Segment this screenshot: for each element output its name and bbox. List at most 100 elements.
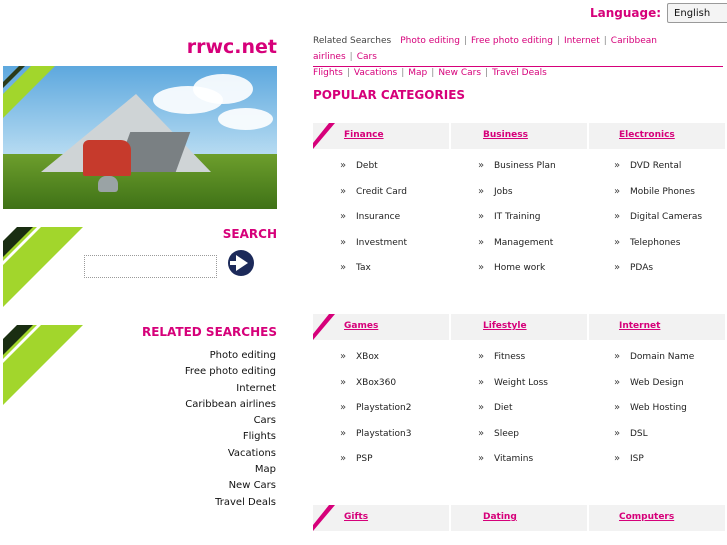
category-group-header: Games Lifestyle Internet (313, 314, 727, 340)
hero-cloud (218, 108, 273, 130)
search-submit-arrow-icon[interactable] (228, 250, 254, 276)
category-link[interactable]: Credit Card (340, 186, 407, 213)
category-list: Business Plan Jobs IT Training Managemen… (478, 160, 556, 289)
top-related-link[interactable]: Photo editing (400, 36, 460, 46)
category-link[interactable]: Fitness (478, 351, 548, 378)
category-link[interactable]: Insurance (340, 211, 407, 238)
category-group: Finance Business Electronics Debt Credit… (313, 123, 727, 273)
category-title-electronics[interactable]: Electronics (619, 130, 675, 140)
category-link[interactable]: Mobile Phones (614, 186, 702, 213)
language-label: Language: (590, 6, 662, 20)
pink-slash-decoration (313, 123, 335, 149)
category-link[interactable]: Web Hosting (614, 402, 694, 429)
language-dropdown[interactable]: English ▼ (667, 3, 727, 23)
category-link[interactable]: PDAs (614, 262, 702, 289)
hero-green-stripes (3, 66, 55, 118)
separator: | (603, 36, 607, 46)
related-search-link[interactable]: Free photo editing (150, 366, 276, 382)
category-link[interactable]: Diet (478, 402, 548, 429)
category-list: DVD Rental Mobile Phones Digital Cameras… (614, 160, 702, 289)
separator: | (401, 68, 405, 78)
top-related-link[interactable]: Flights (313, 68, 343, 78)
separator: | (556, 36, 560, 46)
category-title-games[interactable]: Games (344, 321, 378, 331)
separator: | (431, 68, 435, 78)
language-selected: English (674, 7, 711, 19)
top-related-link[interactable]: Vacations (354, 68, 397, 78)
category-link[interactable]: PSP (340, 453, 411, 480)
related-search-link[interactable]: Cars (150, 415, 276, 431)
category-link[interactable]: Web Design (614, 377, 694, 404)
top-related-link[interactable]: Travel Deals (492, 68, 547, 78)
category-list: Fitness Weight Loss Diet Sleep Vitamins (478, 351, 548, 480)
category-link[interactable]: Domain Name (614, 351, 694, 378)
separator: | (463, 36, 467, 46)
related-search-link[interactable]: Vacations (150, 448, 276, 464)
related-searches-list: Photo editing Free photo editing Interne… (150, 350, 276, 513)
related-search-link[interactable]: Internet (150, 383, 276, 399)
language-selector: Language: English ▼ (590, 3, 727, 23)
search-title: SEARCH (222, 227, 277, 241)
related-search-link[interactable]: Photo editing (150, 350, 276, 366)
page: Language: English ▼ rrwc.net SEARCH (0, 0, 727, 545)
top-related-link[interactable]: Free photo editing (471, 36, 553, 46)
top-related-link[interactable]: New Cars (438, 68, 481, 78)
category-title-business[interactable]: Business (483, 130, 528, 140)
separator: | (349, 52, 353, 62)
category-title-lifestyle[interactable]: Lifestyle (483, 321, 527, 331)
top-related-searches: Related Searches Photo editing | Free photo… (313, 33, 723, 81)
category-link[interactable]: Playstation2 (340, 402, 411, 429)
category-link[interactable]: Tax (340, 262, 407, 289)
category-title-internet[interactable]: Internet (619, 321, 660, 331)
green-stripe-decoration (3, 227, 83, 307)
hero-image (3, 66, 277, 209)
hero-kettle (98, 176, 118, 192)
pink-slash-decoration (313, 314, 335, 340)
category-link[interactable]: Management (478, 237, 556, 264)
category-link[interactable]: Home work (478, 262, 556, 289)
top-related-link[interactable]: Internet (564, 36, 600, 46)
category-group-header: Gifts Dating Computers (313, 505, 727, 531)
top-related-link[interactable]: Map (408, 68, 427, 78)
related-search-link[interactable]: New Cars (150, 480, 276, 496)
category-link[interactable]: Vitamins (478, 453, 548, 480)
category-link[interactable]: Digital Cameras (614, 211, 702, 238)
category-title-gifts[interactable]: Gifts (344, 512, 368, 522)
category-list: Debt Credit Card Insurance Investment Ta… (340, 160, 407, 289)
related-search-link[interactable]: Caribbean airlines (150, 399, 276, 415)
category-link[interactable]: Telephones (614, 237, 702, 264)
category-group: Gifts Dating Computers (313, 505, 727, 531)
category-link[interactable]: DSL (614, 428, 694, 455)
green-stripe-decoration (3, 325, 83, 405)
separator: | (346, 68, 350, 78)
popular-categories-title: POPULAR CATEGORIES (313, 88, 466, 102)
related-searches-title: RELATED SEARCHES (141, 325, 277, 339)
category-group-header: Finance Business Electronics (313, 123, 727, 149)
site-logo[interactable]: rrwc.net (0, 36, 277, 58)
category-link[interactable]: Playstation3 (340, 428, 411, 455)
category-title-dating[interactable]: Dating (483, 512, 517, 522)
category-link[interactable]: IT Training (478, 211, 556, 238)
pink-slash-decoration (313, 505, 335, 531)
category-link[interactable]: Sleep (478, 428, 548, 455)
related-search-link[interactable]: Travel Deals (150, 497, 276, 513)
category-link[interactable]: ISP (614, 453, 694, 480)
category-title-finance[interactable]: Finance (344, 130, 384, 140)
related-search-link[interactable]: Flights (150, 431, 276, 447)
category-link[interactable]: XBox360 (340, 377, 411, 404)
category-link[interactable]: Business Plan (478, 160, 556, 187)
divider (313, 66, 723, 67)
top-related-link[interactable]: Cars (357, 52, 377, 62)
category-link[interactable]: DVD Rental (614, 160, 702, 187)
category-title-computers[interactable]: Computers (619, 512, 674, 522)
category-link[interactable]: XBox (340, 351, 411, 378)
separator: | (485, 68, 489, 78)
search-input[interactable] (84, 255, 217, 278)
category-list: XBox XBox360 Playstation2 Playstation3 P… (340, 351, 411, 480)
hero-tent-door (83, 140, 131, 176)
category-link[interactable]: Weight Loss (478, 377, 548, 404)
category-link[interactable]: Investment (340, 237, 407, 264)
related-search-link[interactable]: Map (150, 464, 276, 480)
category-link[interactable]: Debt (340, 160, 407, 187)
category-link[interactable]: Jobs (478, 186, 556, 213)
